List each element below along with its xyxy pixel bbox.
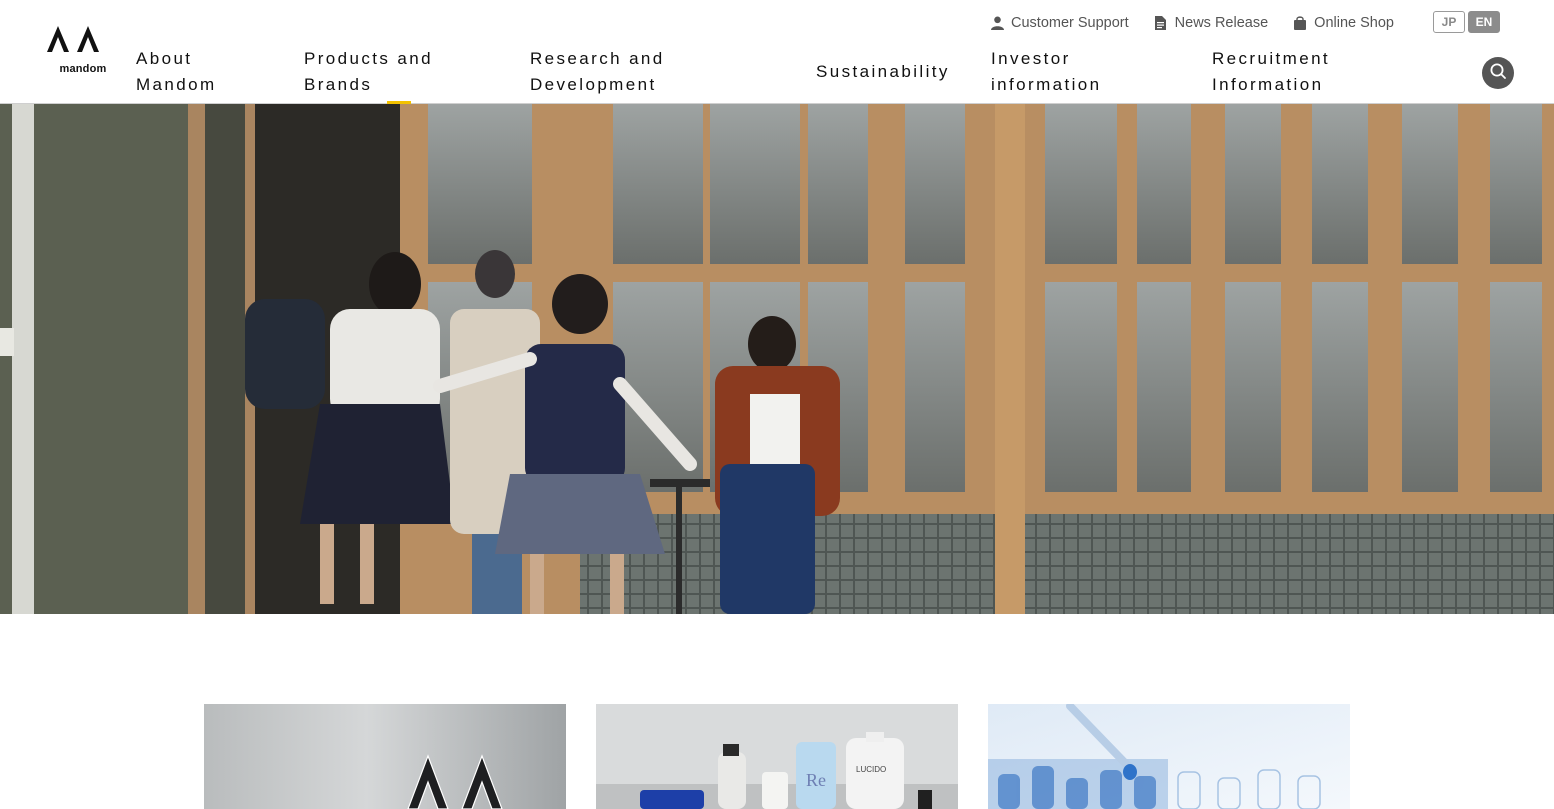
search-button[interactable] — [1482, 57, 1514, 89]
language-en-button[interactable]: EN — [1468, 11, 1500, 33]
card-research-image — [988, 704, 1350, 809]
svg-text:Re: Re — [806, 770, 826, 790]
nav-label-line1: Investor — [991, 49, 1071, 68]
site-header: mandom Customer Support News Release Onl… — [0, 0, 1554, 104]
person-icon — [990, 15, 1004, 31]
nav-label-line1: About — [136, 49, 193, 68]
svg-text:LUCIDO: LUCIDO — [856, 765, 886, 774]
customer-support-link[interactable]: Customer Support — [990, 15, 1129, 31]
online-shop-label: Online Shop — [1314, 15, 1394, 31]
shopping-bag-icon — [1293, 15, 1307, 31]
utility-links: Customer Support News Release Online Sho… — [990, 12, 1419, 34]
nav-label-line1: Sustainability — [816, 62, 950, 81]
nav-recruitment-information[interactable]: Recruitment Information — [1212, 46, 1330, 98]
nav-research-and-development[interactable]: Research and Development — [530, 46, 665, 98]
document-icon — [1154, 15, 1168, 31]
card-about-mandom[interactable] — [204, 704, 566, 809]
card-about-mandom-image — [204, 704, 566, 809]
nav-label-line1: Products and — [304, 49, 433, 68]
hero-photo — [0, 104, 1554, 614]
nav-about-mandom[interactable]: About Mandom — [136, 46, 217, 98]
nav-label-line1: Research and — [530, 49, 665, 68]
nav-products-and-brands[interactable]: Products and Brands — [304, 46, 433, 98]
nav-label-line2: Development — [530, 75, 657, 94]
nav-investor-information[interactable]: Investor information — [991, 46, 1102, 98]
news-release-link[interactable]: News Release — [1154, 15, 1269, 31]
news-release-label: News Release — [1174, 15, 1269, 31]
card-products-and-brands[interactable]: Re LUCIDO — [596, 704, 958, 809]
search-icon — [1489, 62, 1507, 85]
nav-label-line2: Mandom — [136, 75, 217, 94]
feature-cards: Re LUCIDO — [0, 704, 1554, 809]
hero-image — [0, 104, 1554, 614]
nav-label-line2: information — [991, 75, 1102, 94]
nav-label-line2: Brands — [304, 75, 373, 94]
nav-label-line1: Recruitment — [1212, 49, 1331, 68]
nav-sustainability[interactable]: Sustainability — [816, 59, 950, 85]
customer-support-label: Customer Support — [1011, 15, 1129, 31]
online-shop-link[interactable]: Online Shop — [1293, 15, 1394, 31]
nav-label-line2: Information — [1212, 75, 1324, 94]
card-research-and-development[interactable] — [988, 704, 1350, 809]
language-jp-button[interactable]: JP — [1433, 11, 1465, 33]
main-nav: About Mandom Products and Brands Researc… — [0, 46, 1554, 102]
card-products-image: Re LUCIDO — [596, 704, 958, 809]
language-switcher: JP EN — [1433, 11, 1503, 33]
